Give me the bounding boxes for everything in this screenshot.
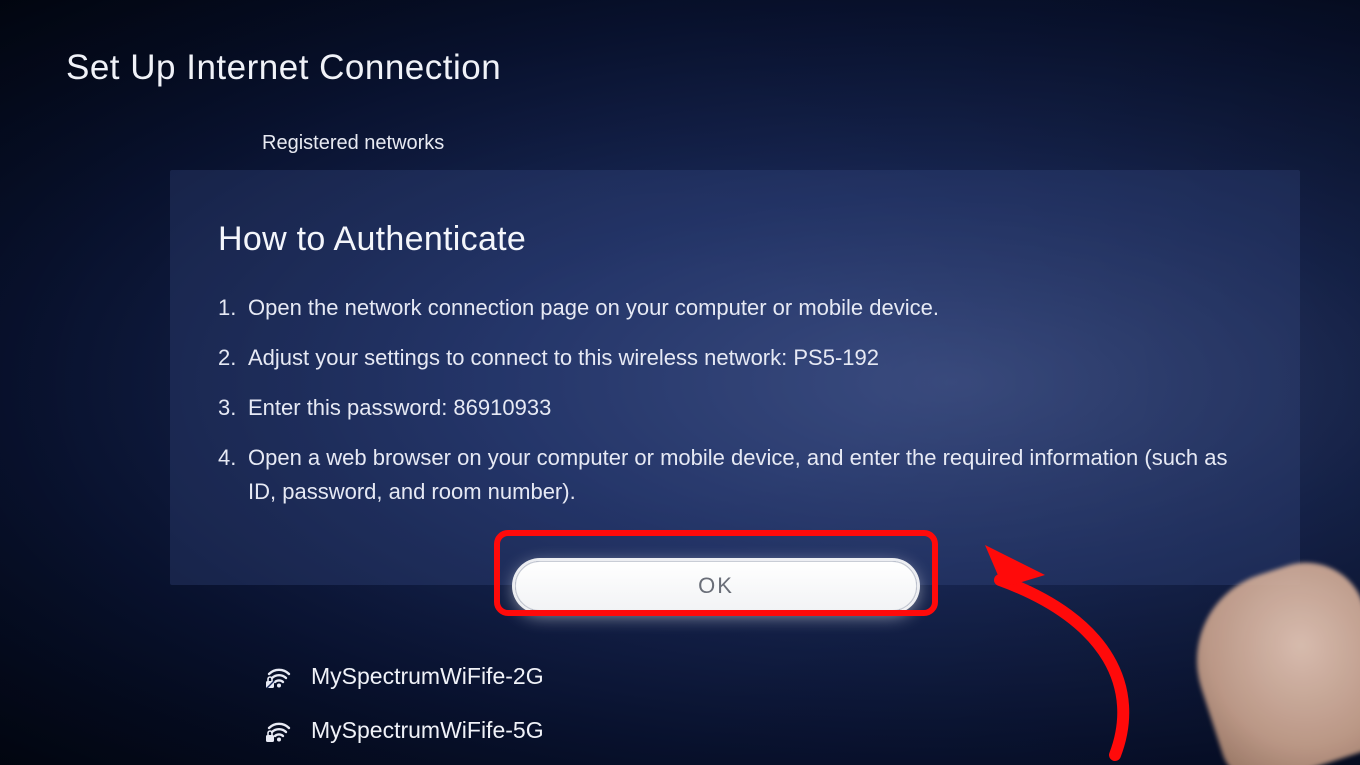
step-2: 2.Adjust your settings to connect to thi… bbox=[218, 341, 1252, 375]
step-text: Open the network connection page on your… bbox=[248, 291, 1252, 325]
page-title: Set Up Internet Connection bbox=[66, 48, 501, 88]
instruction-steps: 1.Open the network connection page on yo… bbox=[218, 291, 1252, 509]
network-item-5g[interactable]: MySpectrumWiFife-5G bbox=[265, 703, 1300, 757]
network-list: MySpectrumWiFife-2G MySpectrumWiFife-5G bbox=[265, 649, 1300, 757]
step-text: Enter this password: 86910933 bbox=[248, 391, 1252, 425]
network-name: MySpectrumWiFife-2G bbox=[311, 663, 544, 690]
ok-button-container: OK bbox=[515, 558, 917, 614]
wifi-locked-icon bbox=[265, 716, 293, 744]
wifi-locked-icon bbox=[265, 662, 293, 690]
ok-button[interactable]: OK bbox=[515, 561, 917, 611]
settings-screen: Set Up Internet Connection Registered ne… bbox=[0, 0, 1360, 765]
step-3: 3.Enter this password: 86910933 bbox=[218, 391, 1252, 425]
step-1: 1.Open the network connection page on yo… bbox=[218, 291, 1252, 325]
step-number: 3. bbox=[218, 391, 248, 425]
authenticate-dialog: How to Authenticate 1.Open the network c… bbox=[170, 170, 1300, 585]
step-text: Open a web browser on your computer or m… bbox=[248, 441, 1252, 509]
step-number: 1. bbox=[218, 291, 248, 325]
registered-networks-label: Registered networks bbox=[262, 132, 444, 155]
step-text: Adjust your settings to connect to this … bbox=[248, 341, 1252, 375]
network-item-2g[interactable]: MySpectrumWiFife-2G bbox=[265, 649, 1300, 703]
network-name: MySpectrumWiFife-5G bbox=[311, 717, 544, 744]
dialog-title: How to Authenticate bbox=[218, 220, 1252, 259]
step-4: 4.Open a web browser on your computer or… bbox=[218, 441, 1252, 509]
step-number: 4. bbox=[218, 441, 248, 509]
step-number: 2. bbox=[218, 341, 248, 375]
